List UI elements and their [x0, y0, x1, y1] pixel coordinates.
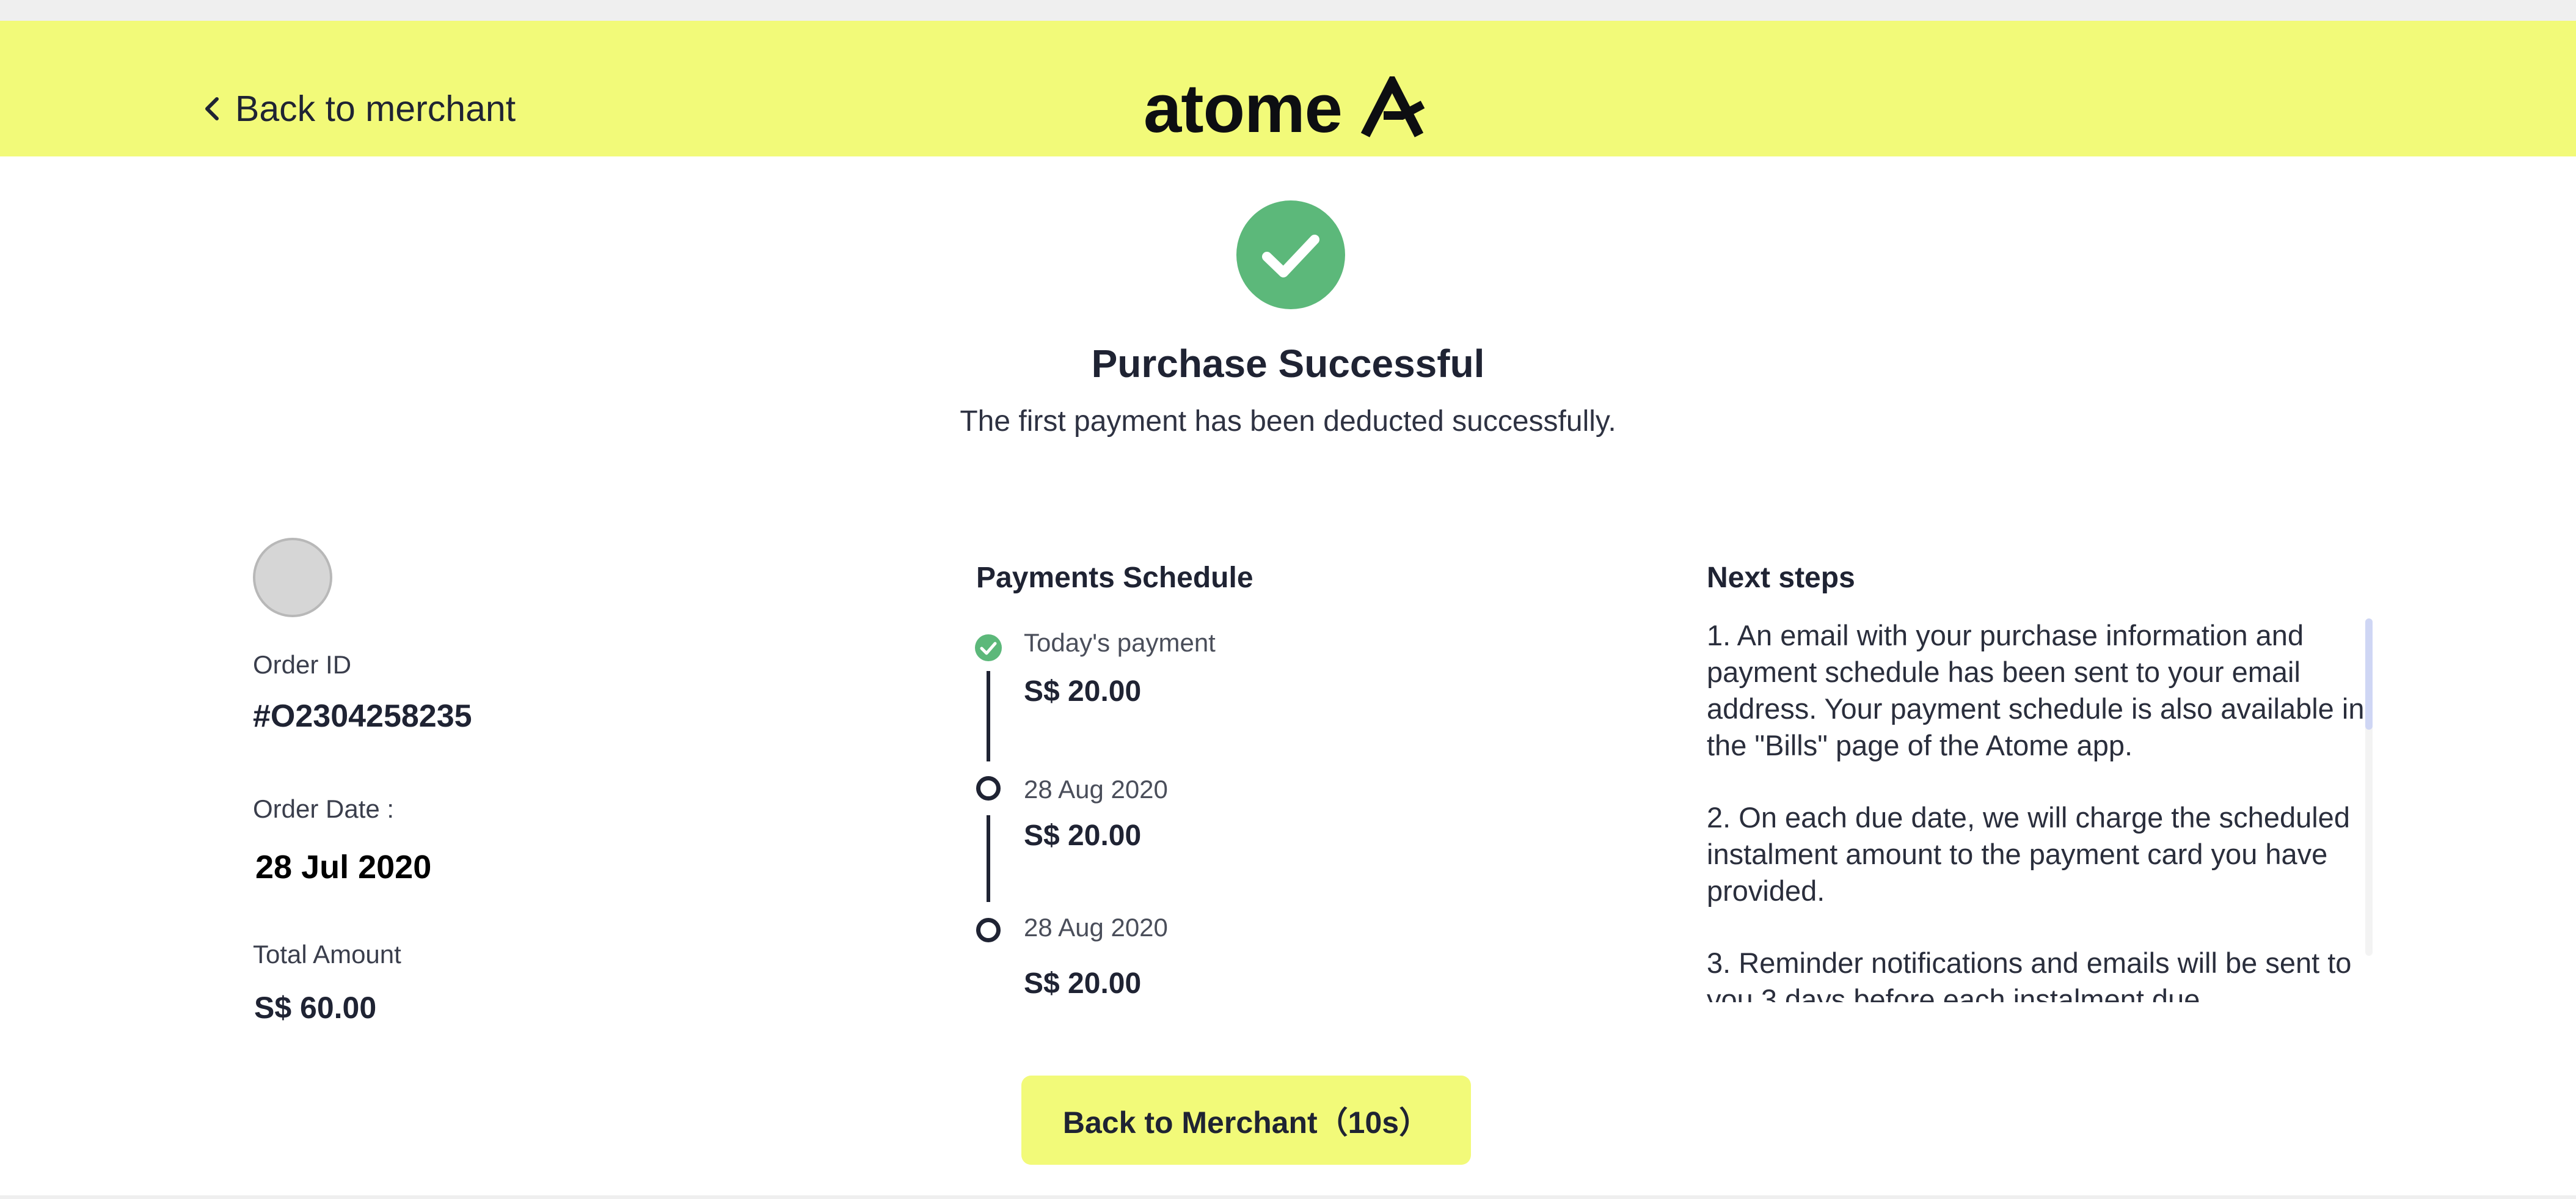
order-date-label: Order Date :: [253, 794, 395, 823]
bottom-divider: [0, 1195, 2576, 1199]
next-step-paragraph: 1. An email with your purchase informati…: [1707, 619, 2365, 761]
schedule-item-amount: S$ 20.00: [1024, 820, 1142, 852]
schedule-item-amount: S$ 20.00: [1024, 967, 1142, 1000]
schedule-item-label: 28 Aug 2020: [1024, 775, 1168, 804]
timeline-connector: [987, 671, 990, 761]
schedule-item-label: Today's payment: [1024, 628, 1216, 657]
total-amount-label: Total Amount: [253, 940, 401, 969]
schedule-item-amount: S$ 20.00: [1024, 675, 1142, 708]
payments-schedule-title: Payments Schedule: [976, 562, 1253, 594]
back-to-merchant-link[interactable]: Back to merchant: [203, 84, 516, 133]
header-bar: Back to merchant atome: [0, 21, 2576, 156]
atome-logo-mark-icon: [1360, 76, 1425, 138]
upcoming-dot-icon: [976, 776, 1001, 801]
purchase-status-title: Purchase Successful: [1091, 342, 1485, 386]
atome-logo: atome: [1144, 70, 1428, 147]
schedule-item-label: 28 Aug 2020: [1024, 913, 1168, 942]
next-step-paragraph: 2. On each due date, we will charge the …: [1707, 801, 2350, 907]
order-id-value: #O2304258235: [253, 698, 472, 734]
purchase-status-subtitle: The first payment has been deducted succ…: [960, 405, 1616, 438]
logo-wordmark: atome: [1144, 70, 1343, 147]
next-steps-scrollbar-thumb[interactable]: [2365, 618, 2373, 730]
next-steps-title: Next steps: [1707, 562, 1855, 594]
upcoming-dot-icon: [976, 918, 1001, 942]
timeline-connector: [987, 815, 990, 902]
back-link-label: Back to merchant: [235, 89, 516, 129]
total-amount-value: S$ 60.00: [254, 991, 377, 1025]
order-date-value: 28 Jul 2020: [255, 849, 432, 886]
merchant-avatar-icon: [253, 538, 332, 617]
next-steps-scroll-area[interactable]: 1. An email with your purchase informati…: [1707, 617, 2373, 1002]
top-strip: [0, 0, 2576, 21]
next-step-paragraph: 3. Reminder notifications and emails wil…: [1707, 947, 2352, 1002]
order-id-label: Order ID: [253, 650, 352, 679]
paid-check-icon: [975, 634, 1002, 661]
chevron-left-icon: [205, 97, 219, 120]
back-to-merchant-button[interactable]: Back to Merchant（10s）: [1021, 1076, 1471, 1165]
check-circle-icon: [1236, 200, 1345, 309]
